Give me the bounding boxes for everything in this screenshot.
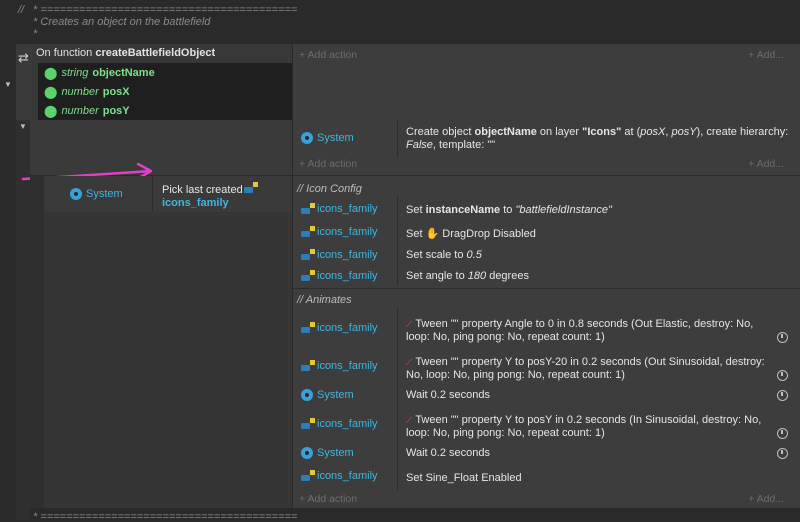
function-icon: ⇄ <box>18 50 29 65</box>
function-label-prefix: On function <box>36 47 93 59</box>
sub-event-condition[interactable]: System Pick last created icons_family <box>44 176 292 508</box>
collapse-triangle-icon[interactable]: ▼ <box>4 80 12 89</box>
icons-family-object[interactable]: icons_family <box>301 322 378 334</box>
create-event-actions[interactable]: System Create object objectName on layer… <box>293 120 800 175</box>
async-clock-icon <box>777 370 788 381</box>
comment-line-2: * Creates an object on the battlefield <box>30 16 211 28</box>
family-icon <box>301 270 315 282</box>
family-icon <box>301 418 315 430</box>
param-row-objectname[interactable]: ⬤ string objectName <box>38 63 292 82</box>
icons-family-object[interactable]: icons_family <box>301 270 378 282</box>
async-clock-icon <box>777 428 788 439</box>
system-label: System <box>86 188 123 200</box>
add-action-button[interactable]: + Add action <box>299 49 357 61</box>
collapse-triangle-icon[interactable]: ▼ <box>19 122 27 131</box>
family-icon <box>301 226 315 238</box>
cell-divider <box>397 308 398 490</box>
set-angle-action[interactable]: Set angle to 180 degrees <box>406 270 529 283</box>
system-label: System <box>317 132 354 144</box>
pick-last-created-condition[interactable]: System Pick last created icons_family <box>44 176 292 212</box>
icons-family-object[interactable]: icons_family <box>301 360 378 372</box>
sub-indent <box>30 176 44 508</box>
map-pin-icon: ⬤ <box>44 103 58 118</box>
param-row-posy[interactable]: ⬤ number posY <box>38 101 292 120</box>
icons-family-object[interactable]: icons_family <box>301 249 378 261</box>
add-more-button[interactable]: + Add... <box>748 493 784 505</box>
function-title: On function createBattlefieldObject <box>36 47 215 59</box>
param-row-posx[interactable]: ⬤ number posX <box>38 82 292 101</box>
comment-line-1: * ======================================… <box>30 4 298 16</box>
tween-y-down-action[interactable]: ⟋ Tween "" property Y to posY in 0.2 seco… <box>406 414 776 440</box>
param-type: number <box>61 104 99 117</box>
comment-line-3: * <box>30 28 38 40</box>
add-more-button[interactable]: + Add... <box>748 49 784 61</box>
icons-family-object[interactable]: icons_family <box>301 226 378 238</box>
cell-divider <box>152 176 153 212</box>
gear-icon <box>301 447 313 459</box>
family-icon <box>244 182 258 194</box>
create-object-action[interactable]: Create object objectName on layer "Icons… <box>406 126 796 152</box>
system-object[interactable]: System <box>301 447 354 459</box>
set-sine-enabled-action[interactable]: Set Sine_Float Enabled <box>406 472 522 485</box>
add-action-button[interactable]: + Add action <box>299 158 357 170</box>
tree-gutter <box>0 120 16 520</box>
animates-group-label: // Animates <box>297 294 352 306</box>
param-name: posY <box>102 104 130 117</box>
function-actions-area[interactable]: + Add action + Add... <box>293 44 800 120</box>
tween-angle-action[interactable]: ⟋ Tween "" property Angle to 0 in 0.8 sec… <box>406 318 776 344</box>
family-icon <box>301 322 315 334</box>
function-name: createBattlefieldObject <box>95 47 216 59</box>
icons-family-object[interactable]: icons_family <box>301 418 378 430</box>
event-margin: ▼ <box>0 44 16 120</box>
param-type: string <box>61 66 89 79</box>
set-instance-name-action[interactable]: Set instanceName to "battlefieldInstance… <box>406 204 612 217</box>
async-clock-icon <box>777 332 788 343</box>
tween-icon: ⟋ <box>406 319 413 329</box>
family-icon <box>301 360 315 372</box>
drag-drop-icon: ✋ <box>425 228 440 240</box>
family-icon <box>301 203 315 215</box>
group-divider <box>293 288 800 289</box>
wait-action[interactable]: Wait 0.2 seconds <box>406 447 490 460</box>
param-name: objectName <box>92 66 155 79</box>
param-name: posX <box>102 85 130 98</box>
sub-event-actions[interactable]: // Icon Config icons_family Set instance… <box>293 176 800 508</box>
tween-y-up-action[interactable]: ⟋ Tween "" property Y to posY-20 in 0.2 s… <box>406 356 776 382</box>
wait-action[interactable]: Wait 0.2 seconds <box>406 389 490 402</box>
wait-clock-icon <box>777 448 788 459</box>
tween-icon: ⟋ <box>406 357 413 367</box>
gear-icon <box>301 389 313 401</box>
gear-icon <box>70 188 82 200</box>
system-object[interactable]: System <box>70 188 123 200</box>
system-object[interactable]: System <box>301 389 354 401</box>
function-event-handle[interactable]: ⇄ <box>16 44 32 120</box>
family-icon <box>301 470 315 482</box>
footer-comment: * ======================================… <box>30 511 298 522</box>
tween-icon: ⟋ <box>406 415 413 425</box>
cell-divider <box>397 196 398 286</box>
gear-icon <box>301 132 313 144</box>
cell-divider <box>397 120 398 158</box>
pick-last-created-text: Pick last created icons_family <box>162 184 243 209</box>
add-more-button[interactable]: + Add... <box>748 158 784 170</box>
param-type: number <box>61 85 99 98</box>
map-pin-icon: ⬤ <box>44 65 58 80</box>
wait-clock-icon <box>777 390 788 401</box>
icons-family-object[interactable]: icons_family <box>301 470 378 482</box>
system-object[interactable]: System <box>301 132 354 144</box>
icons-family-label: icons_family <box>162 197 229 209</box>
icons-family-object[interactable]: icons_family <box>301 203 378 215</box>
family-icon <box>301 249 315 261</box>
set-dragdrop-action[interactable]: Set ✋ DragDrop Disabled <box>406 228 536 241</box>
icon-config-group-label: // Icon Config <box>297 183 362 195</box>
set-scale-action[interactable]: Set scale to 0.5 <box>406 249 482 262</box>
map-pin-icon: ⬤ <box>44 84 58 99</box>
add-action-button[interactable]: + Add action <box>299 493 357 505</box>
comment-marker: // <box>18 4 25 16</box>
